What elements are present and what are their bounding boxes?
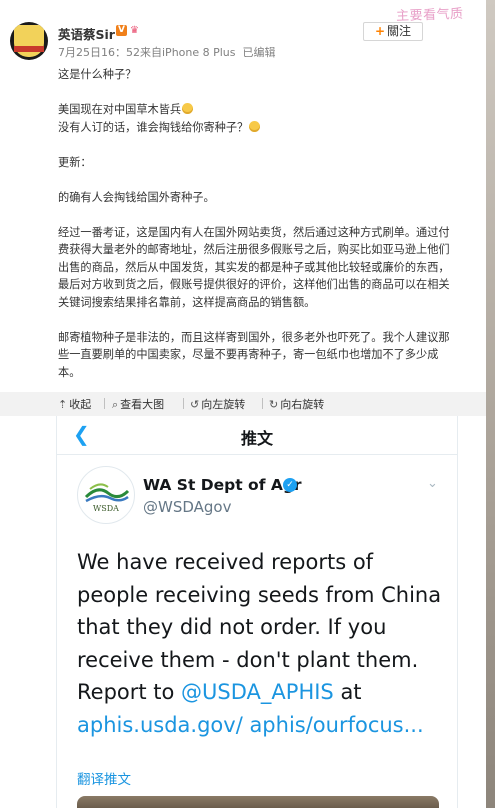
post-line: 的确有人会掏钱给国外寄种子。 (58, 190, 215, 204)
arrow-up-icon: ⇡ (58, 398, 68, 411)
divider (262, 398, 263, 409)
url-link[interactable]: aphis.usda.gov/ aphis/ourfocus... (77, 713, 424, 737)
wsda-logo-text: WSDA (93, 504, 119, 513)
rotate-left-button[interactable]: ↺ 向左旋转 (190, 396, 245, 412)
laugh-emoji-icon (182, 103, 194, 114)
wsda-logo-icon: WSDA (84, 483, 130, 513)
divider (104, 398, 105, 409)
verified-check-icon: ✓ (283, 478, 297, 492)
post-line: 没有人订的话，谁会掏钱给你寄种子？ (58, 119, 458, 137)
source-device: 来自iPhone 8 Plus (140, 46, 236, 59)
badge-band (14, 46, 44, 52)
background-strip (486, 0, 495, 808)
post-body: 这是什么种子？ 美国现在对中国草木皆兵 没有人订的话，谁会掏钱给你寄种子？ 更新… (58, 66, 458, 381)
magnifier-icon: ⌕ (112, 398, 119, 411)
post-line-text: 没有人订的话，谁会掏钱给你寄种子？ (58, 120, 249, 134)
view-large-button[interactable]: ⌕ 查看大图 (112, 396, 164, 412)
mention-link[interactable]: @USDA_APHIS (181, 680, 334, 704)
watermark-text: 主要看气质 (395, 6, 464, 25)
post-line: 更新： (58, 155, 92, 169)
police-badge-logo (14, 25, 44, 57)
laugh-emoji-icon (249, 120, 261, 132)
member-crown-icon: ♛ (130, 25, 139, 36)
rotate-left-label: 向左旋转 (201, 398, 246, 411)
wsda-logo-avatar[interactable]: WSDA (77, 466, 135, 524)
post-line: 美国现在对中国草木皆兵 (58, 101, 458, 119)
translate-tweet-link[interactable]: 翻译推文 (77, 768, 131, 788)
rotate-right-label: 向右旋转 (280, 398, 325, 411)
collapse-button[interactable]: ⇡ 收起 (58, 396, 91, 412)
chevron-down-icon[interactable]: ⌄ (427, 476, 438, 491)
follow-label: 關注 (387, 24, 412, 38)
tweet-header-title: 推文 (240, 429, 273, 448)
tweet-header-bar: ❮ 推文 (57, 416, 457, 455)
edited-label: 已编辑 (242, 46, 276, 59)
post-line-text: 美国现在对中国草木皆兵 (58, 103, 182, 116)
avatar[interactable] (10, 22, 48, 60)
post-paragraph: 经过一番考证，这是国内有人在国外网站卖货，然后通过这种方式刷单。通过付费获得大量… (58, 225, 450, 309)
rotate-left-icon: ↺ (190, 398, 200, 411)
rotate-right-icon: ↻ (269, 398, 279, 411)
timestamp[interactable]: 7月25日16：52 (58, 46, 140, 59)
embedded-tweet-screenshot: ❮ 推文 WSDA WA St Dept of Agr ✓ @WSDAgov ⌄… (56, 416, 458, 808)
post-meta: 7月25日16：52来自iPhone 8 Plus 已编辑 (58, 44, 276, 60)
post-paragraph: 邮寄植物种子是非法的，而且这样寄到国外，很多老外也吓死了。我个人建议那些一直要刷… (58, 330, 450, 379)
vip-badge: V (116, 25, 127, 36)
follow-button[interactable]: + 關注 (363, 22, 423, 41)
rotate-right-button[interactable]: ↻ 向右旋转 (269, 396, 324, 412)
tweet-text: We have received reports of people recei… (77, 546, 447, 741)
plus-icon: + (374, 24, 386, 38)
divider (183, 398, 184, 409)
tweet-photo[interactable] (77, 796, 439, 808)
post-line: 这是什么种子？ (58, 68, 137, 81)
collapse-label: 收起 (69, 398, 92, 411)
view-large-label: 查看大图 (120, 398, 165, 411)
account-name[interactable]: WA St Dept of Agr (143, 476, 302, 494)
tweet-text-connector: at (333, 680, 362, 704)
username[interactable]: 英语蔡Sir (58, 24, 115, 43)
account-handle[interactable]: @WSDAgov (143, 498, 231, 516)
